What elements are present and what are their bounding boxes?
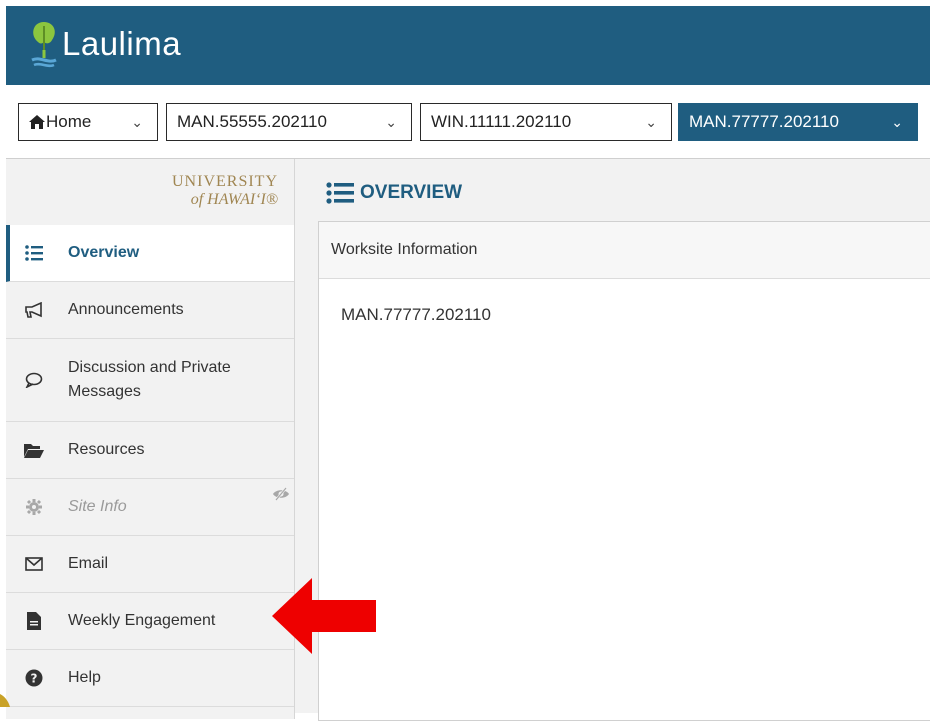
home-icon — [29, 115, 45, 129]
tab-site[interactable]: WIN.11111.202110 ⌄ — [420, 103, 672, 141]
tab-label: Home — [46, 112, 92, 131]
question-circle-icon: ? — [16, 669, 52, 687]
worksite-info-panel: Worksite Information MAN.77777.202110 — [318, 221, 930, 721]
list-icon — [326, 182, 354, 204]
sidebar-item-overview[interactable]: Overview — [6, 225, 294, 282]
sidebar-item-email[interactable]: Email — [6, 536, 294, 593]
envelope-icon — [16, 557, 52, 571]
sidebar-item-site-info[interactable]: Site Info — [6, 479, 294, 536]
chevron-down-icon: ⌄ — [385, 114, 397, 130]
tab-home[interactable]: Home ⌄ — [18, 103, 158, 141]
logo[interactable]: Laulima — [28, 18, 181, 70]
panel-header: Worksite Information — [319, 222, 930, 279]
chevron-down-icon: ⌄ — [131, 114, 143, 130]
sidebar-item-weekly-engagement[interactable]: Weekly Engagement — [6, 593, 294, 650]
worksite-title: MAN.77777.202110 — [341, 305, 491, 324]
tab-site-active[interactable]: MAN.77777.202110 ⌄ — [678, 103, 918, 141]
sidebar-item-help[interactable]: ? Help — [6, 650, 294, 707]
university-line1: UNIVERSITY — [172, 173, 278, 190]
page-title-text: OVERVIEW — [360, 182, 463, 203]
tab-label: WIN.11111.202110 — [431, 112, 572, 131]
sidebar-item-label: Overview — [68, 244, 140, 261]
tab-site[interactable]: MAN.55555.202110 ⌄ — [166, 103, 412, 141]
sidebar-item-label: Discussion and Private Messages — [68, 359, 231, 400]
app-frame: Laulima Home ⌄ MAN.55555.202110 ⌄ WIN.11… — [6, 6, 930, 721]
app-name: Laulima — [62, 25, 182, 62]
chevron-down-icon: ⌄ — [645, 114, 657, 130]
tab-label: MAN.77777.202110 — [689, 112, 839, 131]
sidebar: UNIVERSITY of HAWAIʻI® Overview Announce… — [6, 159, 295, 719]
sidebar-item-label: Announcements — [68, 301, 184, 318]
sidebar-item-label: Resources — [68, 441, 145, 458]
header-bar: Laulima — [6, 6, 930, 85]
taro-leaf-icon — [31, 22, 57, 68]
university-line2: of HAWAIʻI® — [190, 191, 278, 208]
svg-text:?: ? — [31, 672, 38, 686]
red-arrow-annotation — [272, 578, 376, 654]
document-icon — [16, 612, 52, 630]
sidebar-item-label: Site Info — [68, 498, 127, 515]
sidebar-item-label: Email — [68, 555, 109, 572]
list-icon — [16, 245, 52, 261]
sidebar-item-messages[interactable]: Discussion and Private Messages — [6, 339, 294, 422]
sidebar-item-label: Help — [68, 669, 101, 686]
chat-bubble-icon — [16, 372, 52, 388]
corner-decoration — [0, 694, 10, 707]
tool-menu: Overview Announcements Discussion and Pr… — [6, 225, 294, 707]
site-tabs: Home ⌄ MAN.55555.202110 ⌄ WIN.11111.2021… — [6, 85, 930, 159]
gear-icon — [16, 498, 52, 516]
eye-slash-icon — [272, 487, 290, 506]
chevron-down-icon: ⌄ — [891, 114, 903, 130]
sidebar-item-announcements[interactable]: Announcements — [6, 282, 294, 339]
folder-open-icon — [16, 442, 52, 458]
page-title: OVERVIEW — [326, 182, 462, 204]
megaphone-icon — [16, 302, 52, 318]
tab-label: MAN.55555.202110 — [177, 112, 327, 131]
sidebar-item-resources[interactable]: Resources — [6, 422, 294, 479]
sidebar-item-label: Weekly Engagement — [68, 612, 216, 629]
university-logo: UNIVERSITY of HAWAIʻI® — [6, 173, 278, 209]
